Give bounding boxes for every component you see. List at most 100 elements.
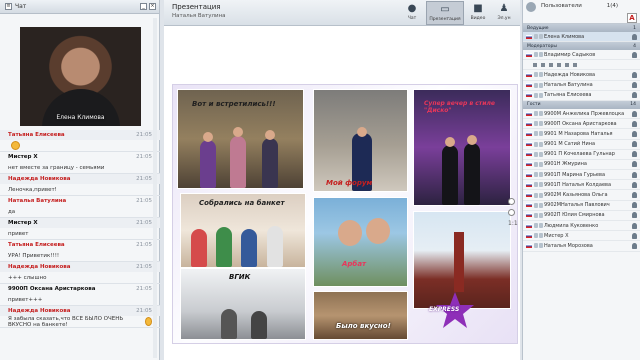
user-row[interactable]: Татьяна Елисеева (523, 91, 640, 101)
moderator-tool-icon[interactable] (541, 62, 545, 67)
user-row[interactable]: 9901Н Жмурина (523, 160, 640, 171)
user-row[interactable]: Елена Климова (523, 32, 640, 43)
camera-icon[interactable] (539, 233, 543, 239)
user-row[interactable]: 9902МНаталья Павлович (523, 201, 640, 211)
tab-presentation[interactable]: ▭ Презентация (426, 1, 464, 25)
user-row[interactable]: 9901П Марина Гурьева (523, 170, 640, 181)
camera-icon[interactable] (539, 72, 543, 78)
mic-icon[interactable] (534, 233, 538, 239)
leading-section-header[interactable]: Ведущие 1 (523, 24, 640, 32)
user-row[interactable]: Надежда Новикова (523, 70, 640, 81)
user-icon[interactable] (632, 212, 637, 219)
user-row[interactable]: 9901 М Сатий Нина (523, 140, 640, 150)
guests-section-header[interactable]: Гости 14 (523, 100, 640, 109)
mic-icon[interactable] (534, 243, 538, 249)
mic-icon[interactable] (534, 202, 538, 208)
user-icon[interactable] (632, 232, 637, 239)
mic-icon[interactable] (534, 192, 538, 198)
moderator-tool-icon[interactable] (549, 62, 553, 67)
zoom-out-icon[interactable] (508, 209, 515, 216)
user-row[interactable]: Наталья Ватулина (523, 81, 640, 91)
mic-icon[interactable] (534, 212, 538, 218)
chat-author[interactable]: Мистер X (8, 154, 38, 160)
user-row[interactable]: Людмила Куковенко (523, 221, 640, 232)
user-icon[interactable] (632, 82, 637, 89)
user-icon[interactable] (632, 33, 637, 40)
user-icon[interactable] (632, 130, 637, 137)
camera-icon[interactable] (539, 52, 543, 58)
mic-icon[interactable] (534, 92, 538, 98)
camera-icon[interactable] (539, 192, 543, 198)
chat-author[interactable]: Надежда Новикова (8, 176, 70, 182)
mic-icon[interactable] (534, 72, 538, 78)
camera-icon[interactable] (539, 182, 543, 188)
tab-chat[interactable]: ● Чат (400, 1, 424, 25)
close-icon[interactable]: × (149, 3, 156, 10)
chat-settings-icon[interactable]: ≡ (5, 3, 12, 10)
camera-icon[interactable] (539, 151, 543, 157)
user-icon[interactable] (632, 202, 637, 209)
gear-icon[interactable] (526, 2, 536, 12)
camera-icon[interactable] (539, 223, 543, 229)
moderator-tool-icon[interactable] (573, 62, 577, 67)
moderator-tool-icon[interactable] (557, 62, 561, 67)
user-row[interactable]: 9901 М Назарова Наталья (523, 129, 640, 140)
user-icon[interactable] (632, 192, 637, 199)
mic-icon[interactable] (534, 34, 538, 40)
user-row[interactable]: 9901П Наталья Колдаева (523, 180, 640, 191)
user-icon[interactable] (632, 92, 637, 99)
user-row[interactable]: 9902М Казьянова Ольга (523, 190, 640, 201)
mic-icon[interactable] (534, 111, 538, 117)
user-icon[interactable] (632, 71, 637, 78)
camera-icon[interactable] (539, 92, 543, 98)
chat-author[interactable]: Татьяна Елисеева (8, 242, 65, 248)
camera-icon[interactable] (539, 141, 543, 147)
user-icon[interactable] (632, 120, 637, 127)
user-icon[interactable] (632, 171, 637, 178)
user-icon[interactable] (632, 242, 637, 249)
mic-icon[interactable] (534, 82, 538, 88)
chat-author[interactable]: 9900П Оксана Аристаркова (8, 286, 95, 292)
moderators-section-header[interactable]: Модераторы 4 (523, 42, 640, 51)
camera-icon[interactable] (539, 161, 543, 167)
camera-icon[interactable] (539, 34, 543, 40)
user-icon[interactable] (632, 181, 637, 188)
chat-author[interactable]: Мистер X (8, 220, 38, 226)
chat-author[interactable]: Татьяна Елисеева (8, 132, 65, 138)
user-row[interactable]: Наталья Морозова (523, 241, 640, 252)
mic-icon[interactable] (534, 223, 538, 229)
chat-scrollbar[interactable] (153, 18, 157, 358)
camera-icon[interactable] (539, 202, 543, 208)
camera-icon[interactable] (539, 82, 543, 88)
user-icon[interactable] (632, 110, 637, 117)
camera-icon[interactable] (539, 212, 543, 218)
mic-icon[interactable] (534, 131, 538, 137)
moderator-tool-icon[interactable] (565, 62, 569, 67)
chat-author[interactable]: Надежда Новикова (8, 308, 70, 314)
mic-icon[interactable] (534, 161, 538, 167)
user-row[interactable]: Мистер X (523, 231, 640, 242)
user-row[interactable]: 9901 П Кочелаева Гульнар (523, 150, 640, 160)
moderator-tool-icon[interactable] (533, 62, 537, 67)
camera-icon[interactable] (539, 111, 543, 117)
minimize-icon[interactable]: _ (140, 3, 147, 10)
mic-icon[interactable] (534, 141, 538, 147)
mic-icon[interactable] (534, 182, 538, 188)
zoom-in-icon[interactable] (508, 198, 515, 205)
camera-icon[interactable] (539, 121, 543, 127)
chat-author[interactable]: Надежда Новикова (8, 264, 70, 270)
camera-icon[interactable] (539, 172, 543, 178)
mic-icon[interactable] (534, 151, 538, 157)
user-row[interactable]: 9902П Юлия Смирнова (523, 211, 640, 221)
chat-author[interactable]: Наталья Ватулина (8, 198, 66, 204)
font-size-icon[interactable]: A (627, 13, 637, 23)
mic-icon[interactable] (534, 172, 538, 178)
user-icon[interactable] (632, 141, 637, 148)
mic-icon[interactable] (534, 52, 538, 58)
user-row[interactable]: 9900П Оксана Аристаркова (523, 119, 640, 130)
user-icon[interactable] (632, 151, 637, 158)
user-icon[interactable] (632, 222, 637, 229)
mic-icon[interactable] (534, 121, 538, 127)
camera-icon[interactable] (539, 243, 543, 249)
user-row[interactable]: 9900М Анжелика Пржевлоцка (523, 109, 640, 120)
